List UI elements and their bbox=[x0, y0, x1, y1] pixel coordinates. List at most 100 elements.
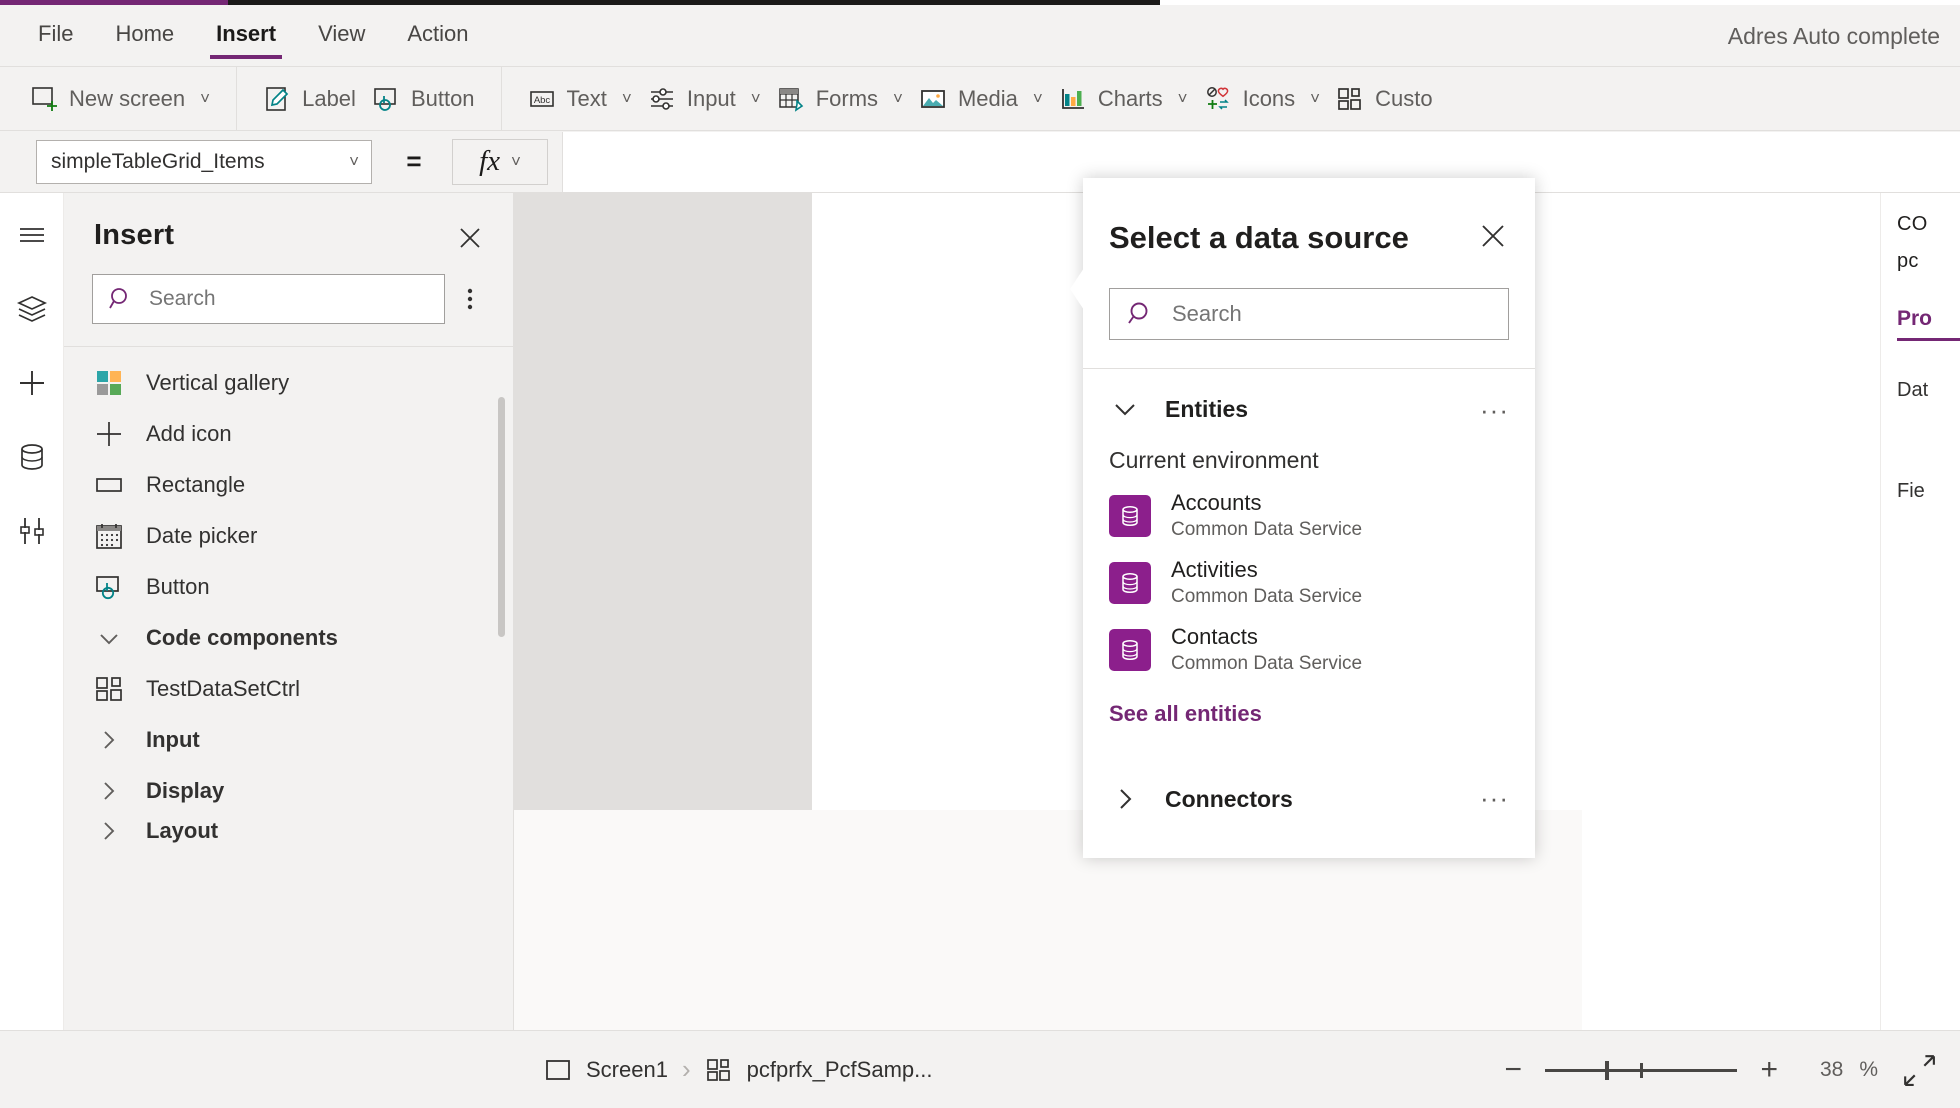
data-source-panel: Select a data source Entities ··· Curren… bbox=[1083, 178, 1535, 858]
zoom-in-button[interactable]: + bbox=[1753, 1053, 1785, 1087]
insert-group-label: Layout bbox=[146, 818, 219, 843]
zoom-slider-thumb[interactable] bbox=[1605, 1060, 1610, 1080]
insert-panel-close-button[interactable] bbox=[453, 221, 487, 255]
ribbon-charts-label: Charts bbox=[1097, 85, 1163, 111]
insert-group-input[interactable]: Input bbox=[64, 714, 513, 765]
insert-group-layout[interactable]: Layout bbox=[64, 816, 513, 846]
canvas-left-gutter bbox=[514, 193, 812, 810]
chevron-down-icon: ˅ bbox=[1310, 88, 1321, 108]
media-tools-icon bbox=[19, 518, 44, 544]
insert-panel-list: Vertical gallery Add icon Rectangle Date… bbox=[64, 347, 513, 1030]
hamburger-menu-icon bbox=[19, 228, 44, 242]
left-icon-rail bbox=[0, 193, 64, 1108]
rail-tree-view-button[interactable] bbox=[8, 285, 56, 333]
ribbon-new-screen-label: New screen bbox=[69, 85, 186, 111]
menu-item-home[interactable]: Home bbox=[109, 5, 180, 67]
chevron-down-icon: ˅ bbox=[349, 151, 359, 171]
data-source-search-input[interactable] bbox=[1172, 301, 1492, 327]
entity-item-activities[interactable]: Activities Common Data Service bbox=[1083, 541, 1535, 608]
properties-row-fields: Fie bbox=[1897, 480, 1925, 502]
insert-panel-overflow-button[interactable] bbox=[455, 279, 485, 319]
connectors-section-header[interactable]: Connectors ··· bbox=[1083, 759, 1535, 815]
ribbon-charts-button[interactable]: Charts ˅ bbox=[1051, 75, 1196, 123]
ribbon-new-screen-button[interactable]: New screen ˅ bbox=[22, 75, 218, 123]
insert-item-button[interactable]: Button bbox=[64, 561, 513, 612]
menu-item-action[interactable]: Action bbox=[401, 5, 474, 67]
ribbon-text-label: Text bbox=[566, 85, 607, 111]
expand-arrows-icon[interactable] bbox=[1902, 1053, 1936, 1087]
zoom-slider[interactable] bbox=[1545, 1059, 1738, 1081]
menu-item-insert[interactable]: Insert bbox=[210, 5, 282, 67]
entities-section-header[interactable]: Entities ··· bbox=[1083, 369, 1535, 425]
svg-text:Abc: Abc bbox=[533, 95, 550, 106]
zoom-out-button[interactable]: − bbox=[1497, 1053, 1529, 1087]
entity-name: Contacts bbox=[1171, 624, 1258, 649]
properties-tab[interactable]: Pro bbox=[1897, 307, 1960, 341]
data-source-panel-close-button[interactable] bbox=[1475, 218, 1511, 254]
insert-item-vertical-gallery[interactable]: Vertical gallery bbox=[64, 357, 513, 408]
rail-hamburger-button[interactable] bbox=[8, 211, 56, 259]
text-abc-icon: Abc bbox=[529, 90, 554, 107]
breadcrumb-screen[interactable]: Screen1 bbox=[514, 1056, 668, 1084]
ribbon-media-button[interactable]: Media ˅ bbox=[911, 75, 1051, 123]
data-cylinder-icon bbox=[20, 444, 43, 470]
ribbon-forms-button[interactable]: Forms ˅ bbox=[769, 75, 911, 123]
fx-button[interactable]: fx ˅ bbox=[452, 138, 548, 185]
rail-media-tools-button[interactable] bbox=[8, 507, 56, 555]
ribbon-icons-label: Icons bbox=[1242, 85, 1296, 111]
insert-plus-icon bbox=[19, 371, 44, 395]
ribbon-text-button[interactable]: Abc Text ˅ bbox=[520, 75, 640, 123]
bottom-status-bar: Screen1 › pcfprfx_PcfSamp... − + 38 % bbox=[514, 1030, 1960, 1108]
entity-item-accounts[interactable]: Accounts Common Data Service bbox=[1083, 474, 1535, 541]
data-source-search-box[interactable] bbox=[1109, 288, 1509, 340]
insert-group-label: Display bbox=[146, 777, 225, 803]
insert-group-label: Input bbox=[146, 726, 200, 752]
insert-item-testdatasetctrl[interactable]: TestDataSetCtrl bbox=[64, 663, 513, 714]
see-all-entities-link[interactable]: See all entities bbox=[1083, 675, 1535, 727]
insert-item-rectangle[interactable]: Rectangle bbox=[64, 459, 513, 510]
ribbon-group-screens: New screen ˅ bbox=[0, 66, 238, 131]
insert-group-code-components[interactable]: Code components bbox=[64, 612, 513, 663]
icons-shapes-icon bbox=[1206, 86, 1229, 110]
zoom-value: 38 bbox=[1819, 1057, 1844, 1081]
insert-panel-scrollbar[interactable] bbox=[498, 397, 505, 637]
kebab-menu-icon bbox=[467, 288, 473, 310]
chevron-down-icon: ˅ bbox=[621, 88, 632, 108]
insert-panel-header: Insert bbox=[64, 193, 513, 252]
insert-search-input[interactable] bbox=[149, 287, 430, 311]
connectors-overflow-button[interactable]: ··· bbox=[1480, 783, 1509, 814]
plus-icon bbox=[97, 421, 121, 446]
ribbon-label-label: Label bbox=[302, 85, 356, 111]
ribbon-label-button[interactable]: Label bbox=[255, 75, 364, 123]
property-selector-value: simpleTableGrid_Items bbox=[51, 149, 265, 173]
menu-item-file[interactable]: File bbox=[32, 5, 79, 67]
chevron-right-icon bbox=[104, 730, 115, 749]
insert-item-date-picker[interactable]: Date picker bbox=[64, 510, 513, 561]
ribbon-input-button[interactable]: Input ˅ bbox=[640, 75, 769, 123]
insert-item-label: Rectangle bbox=[146, 471, 246, 497]
ribbon-icons-button[interactable]: Icons ˅ bbox=[1196, 75, 1329, 123]
entity-name: Activities bbox=[1171, 557, 1258, 582]
properties-row-data: Dat bbox=[1897, 379, 1929, 401]
ribbon-media-label: Media bbox=[957, 85, 1018, 111]
insert-group-display[interactable]: Display bbox=[64, 765, 513, 816]
insert-search-box[interactable] bbox=[92, 274, 445, 324]
property-selector[interactable]: simpleTableGrid_Items ˅ bbox=[36, 139, 372, 184]
chevron-down-icon: ˅ bbox=[511, 151, 521, 171]
ribbon-custom-button[interactable]: Custo bbox=[1328, 75, 1440, 123]
breadcrumb-component[interactable]: pcfprfx_PcfSamp... bbox=[705, 1056, 932, 1084]
menu-item-view[interactable]: View bbox=[312, 5, 371, 67]
ribbon-button-button[interactable]: Button bbox=[364, 75, 483, 123]
entities-overflow-button[interactable]: ··· bbox=[1480, 395, 1509, 426]
zoom-slider-midpoint bbox=[1640, 1062, 1644, 1078]
rail-data-button[interactable] bbox=[8, 433, 56, 481]
chevron-down-icon: ˅ bbox=[750, 88, 761, 108]
ribbon-button-label: Button bbox=[410, 85, 475, 111]
entity-text: Accounts Common Data Service bbox=[1171, 490, 1362, 541]
data-source-panel-title: Select a data source bbox=[1109, 220, 1409, 255]
rail-insert-button[interactable] bbox=[8, 359, 56, 407]
new-screen-icon bbox=[32, 86, 57, 111]
insert-item-add-icon[interactable]: Add icon bbox=[64, 408, 513, 459]
entity-text: Activities Common Data Service bbox=[1171, 557, 1362, 608]
entity-item-contacts[interactable]: Contacts Common Data Service bbox=[1083, 608, 1535, 675]
